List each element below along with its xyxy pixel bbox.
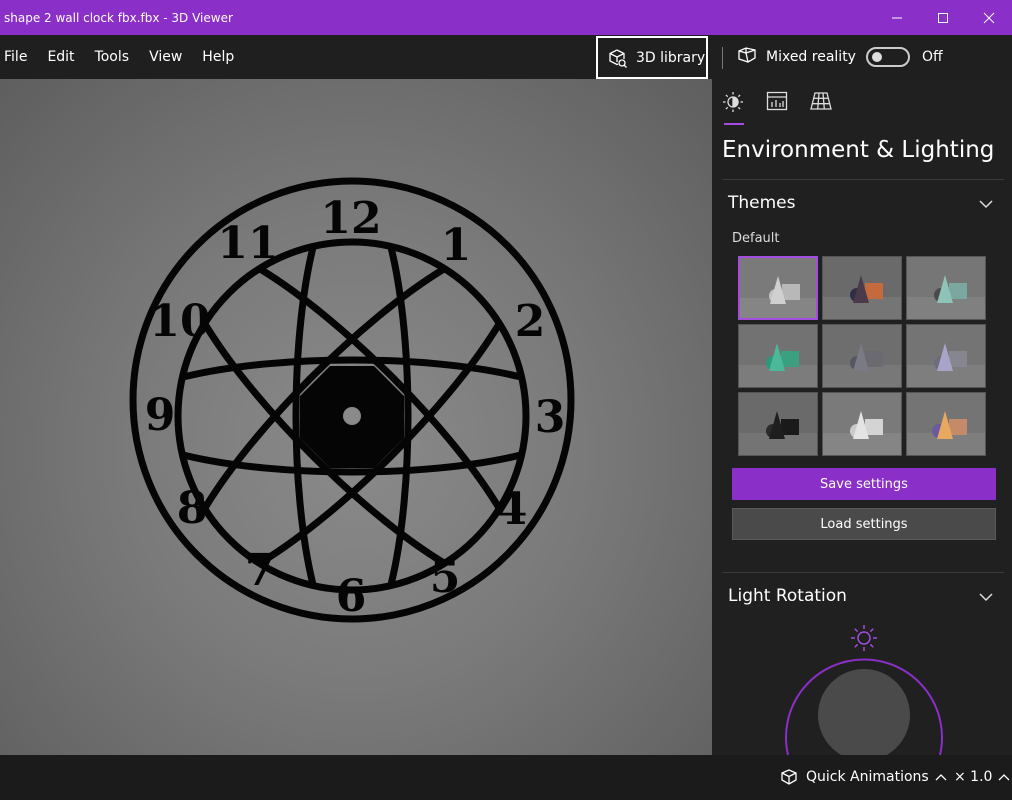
menu-file[interactable]: File	[0, 35, 37, 79]
maximize-icon	[938, 12, 948, 23]
cube-search-icon	[609, 48, 627, 68]
tab-stats[interactable]	[766, 91, 810, 115]
close-icon	[983, 12, 995, 23]
3d-library-label: 3D library	[636, 49, 706, 66]
theme-thumbnail	[740, 258, 816, 318]
3d-viewport[interactable]: 12 1 2 3 4 5 6 7 8 9 10 11	[0, 79, 712, 755]
theme-warm[interactable]	[906, 392, 986, 456]
menu-view[interactable]: View	[139, 35, 192, 79]
toggle-knob	[871, 52, 882, 62]
clock-numeral: 11	[217, 218, 278, 269]
clock-model[interactable]: 12 1 2 3 4 5 6 7 8 9 10 11	[0, 79, 712, 755]
tab-grid[interactable]	[810, 91, 854, 115]
minimize-icon	[892, 17, 902, 18]
theme-thumbnail	[823, 393, 901, 455]
menu-bar: File Edit Tools View Help 3D library Mix…	[0, 35, 1012, 79]
mixed-reality-state: Off	[921, 49, 943, 65]
grid-icon	[810, 92, 832, 110]
quick-animations-label: Quick Animations	[806, 769, 929, 785]
mixed-reality-label: Mixed reality	[766, 49, 856, 65]
3d-library-button[interactable]: 3D library	[596, 36, 708, 79]
theme-sunset[interactable]	[822, 256, 902, 320]
chevron-up-icon	[998, 774, 1010, 781]
light-rotation-header[interactable]: Light Rotation	[728, 586, 847, 606]
theme-grid	[738, 256, 988, 456]
mixed-reality-toggle[interactable]	[865, 47, 910, 67]
clock-numeral: 8	[177, 483, 208, 534]
light-rotation-dial[interactable]	[782, 625, 946, 755]
lighting-icon	[723, 92, 743, 112]
quick-animations-button[interactable]: Quick Animations	[780, 769, 947, 785]
menu-tools[interactable]: Tools	[85, 35, 140, 79]
sun-icon	[851, 625, 877, 651]
clock-numeral: 4	[497, 484, 528, 535]
theme-thumbnail	[739, 393, 817, 455]
menu-help[interactable]: Help	[192, 35, 244, 79]
theme-thumbnail	[823, 325, 901, 387]
themes-header[interactable]: Themes	[728, 193, 796, 213]
divider	[722, 179, 1004, 180]
status-bar: Quick Animations × 1.0	[0, 755, 1012, 800]
theme-thumbnail	[907, 393, 985, 455]
theme-teal[interactable]	[738, 324, 818, 388]
minimize-button[interactable]	[874, 0, 920, 35]
stats-icon	[766, 91, 788, 111]
theme-dark[interactable]	[738, 392, 818, 456]
theme-thumbnail	[823, 257, 901, 319]
save-settings-button[interactable]: Save settings	[732, 468, 996, 500]
clock-numeral: 6	[336, 571, 367, 622]
clock-numeral: 7	[245, 545, 276, 596]
chevron-down-icon	[979, 593, 993, 602]
clock-numeral: 12	[320, 193, 381, 244]
theme-lavender[interactable]	[906, 324, 986, 388]
theme-white[interactable]	[822, 392, 902, 456]
clock-numeral: 3	[535, 392, 566, 443]
clock-numeral: 2	[515, 296, 546, 347]
clock-numeral: 9	[145, 390, 176, 441]
menu-divider	[722, 47, 723, 69]
divider	[722, 572, 1004, 573]
load-settings-button[interactable]: Load settings	[732, 508, 996, 540]
animation-cube-icon	[781, 769, 797, 785]
theme-thumbnail	[907, 257, 985, 319]
light-rotation-control	[785, 625, 943, 755]
theme-slate[interactable]	[822, 324, 902, 388]
selected-theme-label: Default	[732, 231, 780, 246]
maximize-button[interactable]	[920, 0, 966, 35]
light-rotation-collapse[interactable]	[978, 589, 994, 609]
chevron-down-icon	[979, 200, 993, 209]
tab-lighting[interactable]	[722, 91, 766, 115]
clock-numeral: 1	[441, 220, 472, 271]
window-title: shape 2 wall clock fbx.fbx - 3D Viewer	[4, 10, 233, 25]
speed-value: × 1.0	[954, 769, 993, 785]
active-tab-indicator	[724, 123, 744, 125]
clock-numeral: 5	[430, 552, 461, 603]
mixed-reality-icon	[738, 46, 758, 68]
environment-panel: Environment & Lighting Themes Default Sa…	[712, 79, 1012, 755]
menu-edit[interactable]: Edit	[37, 35, 84, 79]
mixed-reality-group: Mixed reality Off	[738, 35, 943, 79]
chevron-up-icon	[935, 774, 947, 781]
panel-tabs	[722, 91, 854, 115]
animation-speed[interactable]: × 1.0	[954, 769, 1010, 785]
title-bar: shape 2 wall clock fbx.fbx - 3D Viewer	[0, 0, 1012, 35]
close-button[interactable]	[966, 0, 1012, 35]
theme-aqua[interactable]	[906, 256, 986, 320]
theme-thumbnail	[739, 325, 817, 387]
panel-title: Environment & Lighting	[722, 137, 995, 163]
clock-numeral: 10	[149, 296, 210, 347]
theme-default[interactable]	[738, 256, 818, 320]
themes-collapse[interactable]	[978, 196, 994, 216]
theme-thumbnail	[907, 325, 985, 387]
